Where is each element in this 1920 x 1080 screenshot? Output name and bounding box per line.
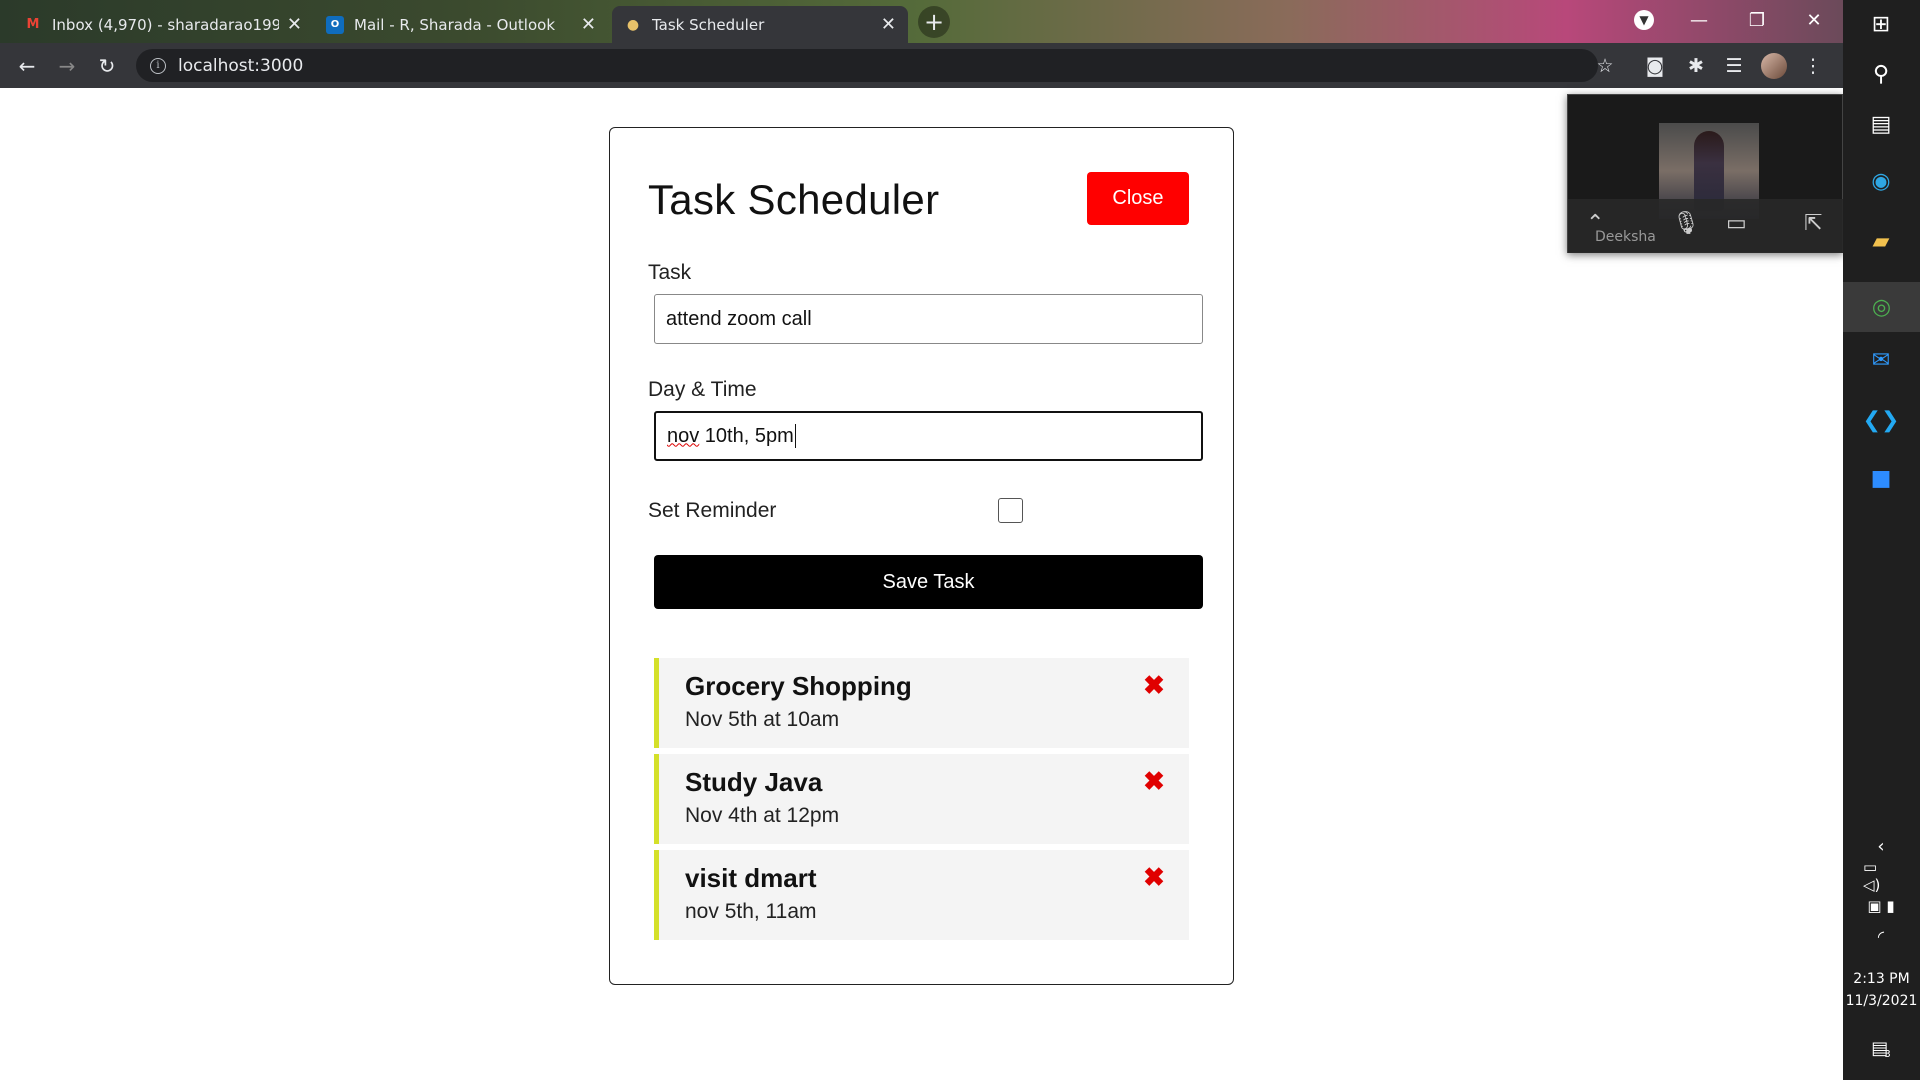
url-text[interactable]: localhost:3000 xyxy=(178,56,303,76)
menu-icon[interactable]: ⋮ xyxy=(1800,53,1826,79)
task-item[interactable]: visit dmart nov 5th, 11am ✖ xyxy=(654,850,1189,940)
zoom-mini-window[interactable]: ⌃ 🎙 ▭ ⇱ Deeksha xyxy=(1567,94,1844,253)
datetime-input-value: 10th, 5pm xyxy=(699,424,794,447)
participant-name: Deeksha xyxy=(1595,229,1656,245)
url-bar[interactable]: i localhost:3000 xyxy=(136,49,1598,82)
taskbar-clock[interactable]: 2:13 PM 11/3/2021 xyxy=(1843,968,1920,1012)
media-playlist-icon[interactable]: ☰ xyxy=(1721,53,1747,79)
window-close-icon[interactable]: ✕ xyxy=(1794,4,1834,36)
tab-gmail[interactable]: M Inbox (4,970) - sharadarao1999@ ✕ xyxy=(12,6,314,43)
search-icon[interactable]: ⚲ xyxy=(1863,56,1899,92)
browser-tab-strip: M Inbox (4,970) - sharadarao1999@ ✕ O Ma… xyxy=(0,0,1843,43)
windows-taskbar: ⊞ ⚲ ▤ ◉ ▰ ◎ ✉ ❮❯ ■ ‹ ▭ ◁) ▣ ▮ ◜ 2:13 PM … xyxy=(1843,0,1920,1080)
task-title: visit dmart xyxy=(685,863,817,893)
clock-time: 2:13 PM xyxy=(1853,971,1910,987)
reminder-checkbox[interactable] xyxy=(998,498,1023,523)
text-caret xyxy=(794,424,797,448)
tab-title: Inbox (4,970) - sharadarao1999@ xyxy=(52,15,279,34)
notification-icon[interactable]: ▤ 3 xyxy=(1863,1030,1899,1066)
chrome-icon[interactable]: ◎ xyxy=(1843,282,1920,332)
close-tab-icon[interactable]: ✕ xyxy=(287,14,302,35)
task-item[interactable]: Grocery Shopping Nov 5th at 10am ✖ xyxy=(654,658,1189,748)
task-item[interactable]: Study Java Nov 4th at 12pm ✖ xyxy=(654,754,1189,844)
task-view-icon[interactable]: ▤ xyxy=(1863,106,1899,142)
datetime-input-misspelled-word: nov xyxy=(667,424,700,447)
mail-icon[interactable]: ✉ xyxy=(1863,342,1899,378)
page-title: Task Scheduler xyxy=(648,176,940,223)
tab-task-scheduler[interactable]: ● Task Scheduler ✕ xyxy=(612,6,908,43)
vscode-icon[interactable]: ❮❯ xyxy=(1863,402,1900,438)
close-button[interactable]: Close xyxy=(1087,172,1189,225)
task-time: Nov 5th at 10am xyxy=(685,708,840,731)
gmail-icon: M xyxy=(26,17,40,32)
close-tab-icon[interactable]: ✕ xyxy=(581,14,596,35)
bookmark-star-icon[interactable]: ☆ xyxy=(1592,53,1618,79)
forward-icon[interactable]: → xyxy=(52,51,82,81)
wifi-icon[interactable]: ◜ xyxy=(1863,918,1899,954)
notification-count: 3 xyxy=(1884,1048,1891,1060)
clock-date: 11/3/2021 xyxy=(1845,993,1918,1009)
task-title: Grocery Shopping xyxy=(685,671,912,701)
task-time: nov 5th, 11am xyxy=(685,900,817,923)
datetime-label: Day & Time xyxy=(648,378,757,401)
camera-extension-icon[interactable]: ◙ xyxy=(1642,53,1668,79)
video-off-icon[interactable]: ▭ xyxy=(1726,211,1747,236)
edge-icon[interactable]: ◉ xyxy=(1863,163,1899,199)
reload-icon[interactable]: ↻ xyxy=(92,51,122,81)
tab-search-icon[interactable]: ▼ xyxy=(1624,4,1664,36)
task-input-value: attend zoom call xyxy=(666,307,812,330)
delete-icon[interactable]: ✖ xyxy=(1141,670,1167,700)
delete-icon[interactable]: ✖ xyxy=(1141,862,1167,892)
windows-start-icon[interactable]: ⊞ xyxy=(1863,6,1899,42)
tab-title: Mail - R, Sharada - Outlook xyxy=(354,15,556,34)
outlook-icon: O xyxy=(326,15,344,34)
close-tab-icon[interactable]: ✕ xyxy=(881,14,896,35)
zoom-app-icon[interactable]: ■ xyxy=(1863,460,1899,496)
tab-outlook[interactable]: O Mail - R, Sharada - Outlook ✕ xyxy=(314,6,608,43)
extensions-icon[interactable]: ✱ xyxy=(1683,53,1709,79)
task-scheduler-card: Task Scheduler Close Task attend zoom ca… xyxy=(609,127,1234,985)
restore-icon[interactable]: ❐ xyxy=(1737,4,1777,36)
react-icon: ● xyxy=(626,16,640,33)
share-icon[interactable]: ⇱ xyxy=(1804,211,1822,236)
save-task-button[interactable]: Save Task xyxy=(654,555,1203,609)
info-icon[interactable]: i xyxy=(150,57,166,74)
reminder-label: Set Reminder xyxy=(648,499,777,522)
back-icon[interactable]: ← xyxy=(12,51,42,81)
address-bar-row: ← → ↻ i localhost:3000 ☆ ◙ ✱ ☰ ⋮ xyxy=(0,43,1843,88)
task-time: Nov 4th at 12pm xyxy=(685,804,840,827)
new-tab-button[interactable]: + xyxy=(918,6,950,38)
avatar[interactable] xyxy=(1761,53,1787,79)
file-explorer-icon[interactable]: ▰ xyxy=(1863,223,1899,259)
mic-muted-icon[interactable]: 🎙 xyxy=(1672,211,1700,236)
task-input[interactable]: attend zoom call xyxy=(654,294,1203,344)
task-label: Task xyxy=(648,261,692,284)
task-title: Study Java xyxy=(685,767,823,797)
delete-icon[interactable]: ✖ xyxy=(1141,766,1167,796)
tab-title: Task Scheduler xyxy=(652,15,765,34)
minimize-icon[interactable]: — xyxy=(1679,4,1719,36)
datetime-input[interactable]: nov 10th, 5pm xyxy=(654,411,1203,461)
